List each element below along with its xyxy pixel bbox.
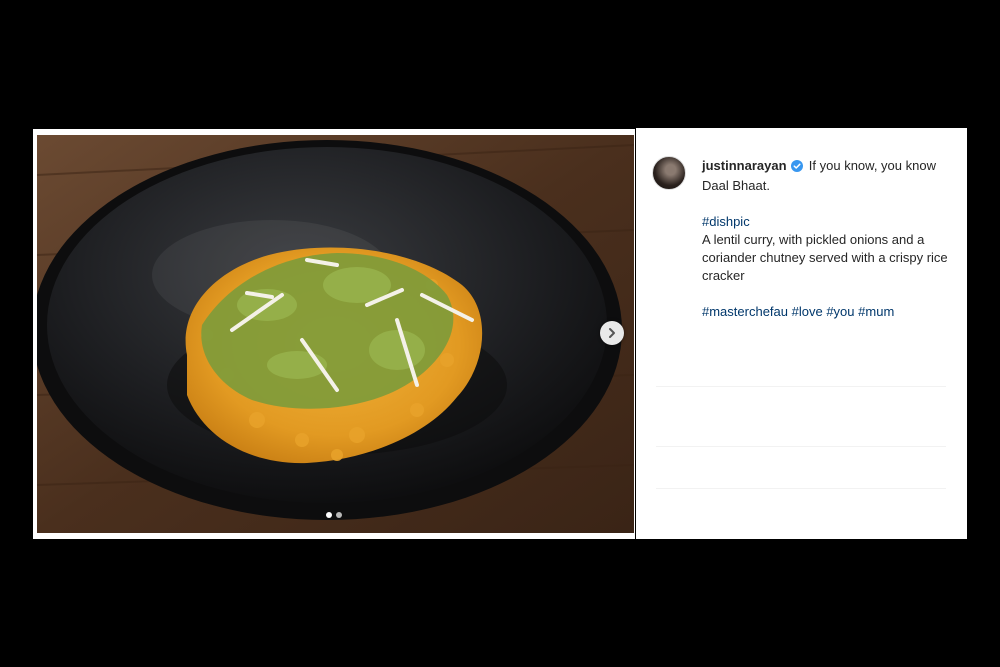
post-caption: justinnarayan If you know, you know Daal…: [702, 157, 950, 321]
carousel-indicator: [326, 512, 342, 518]
divider: [656, 386, 946, 387]
carousel-dot-1: [326, 512, 332, 518]
chevron-right-icon: [609, 328, 615, 338]
post-side-panel: justinnarayan If you know, you know Daal…: [636, 128, 967, 539]
divider: [656, 446, 946, 447]
hashtag-dishpic[interactable]: #dishpic: [702, 214, 750, 229]
hashtag-mum[interactable]: #mum: [858, 304, 894, 319]
caption-first-line: justinnarayan If you know, you know Daal…: [702, 157, 950, 195]
post-image[interactable]: [37, 135, 634, 533]
carousel-dot-2: [336, 512, 342, 518]
divider: [656, 488, 946, 489]
dish-photo: [37, 135, 634, 533]
caption-description: A lentil curry, with pickled onions and …: [702, 232, 948, 283]
hashtag-you[interactable]: #you: [826, 304, 854, 319]
avatar[interactable]: [652, 156, 686, 190]
hashtag-list: #masterchefau #love #you #mum: [702, 303, 950, 321]
verified-badge-icon: [791, 159, 804, 177]
carousel-next-button[interactable]: [600, 321, 624, 345]
hashtag-masterchefau[interactable]: #masterchefau: [702, 304, 788, 319]
username-link[interactable]: justinnarayan: [702, 158, 787, 173]
hashtag-love[interactable]: #love: [792, 304, 823, 319]
